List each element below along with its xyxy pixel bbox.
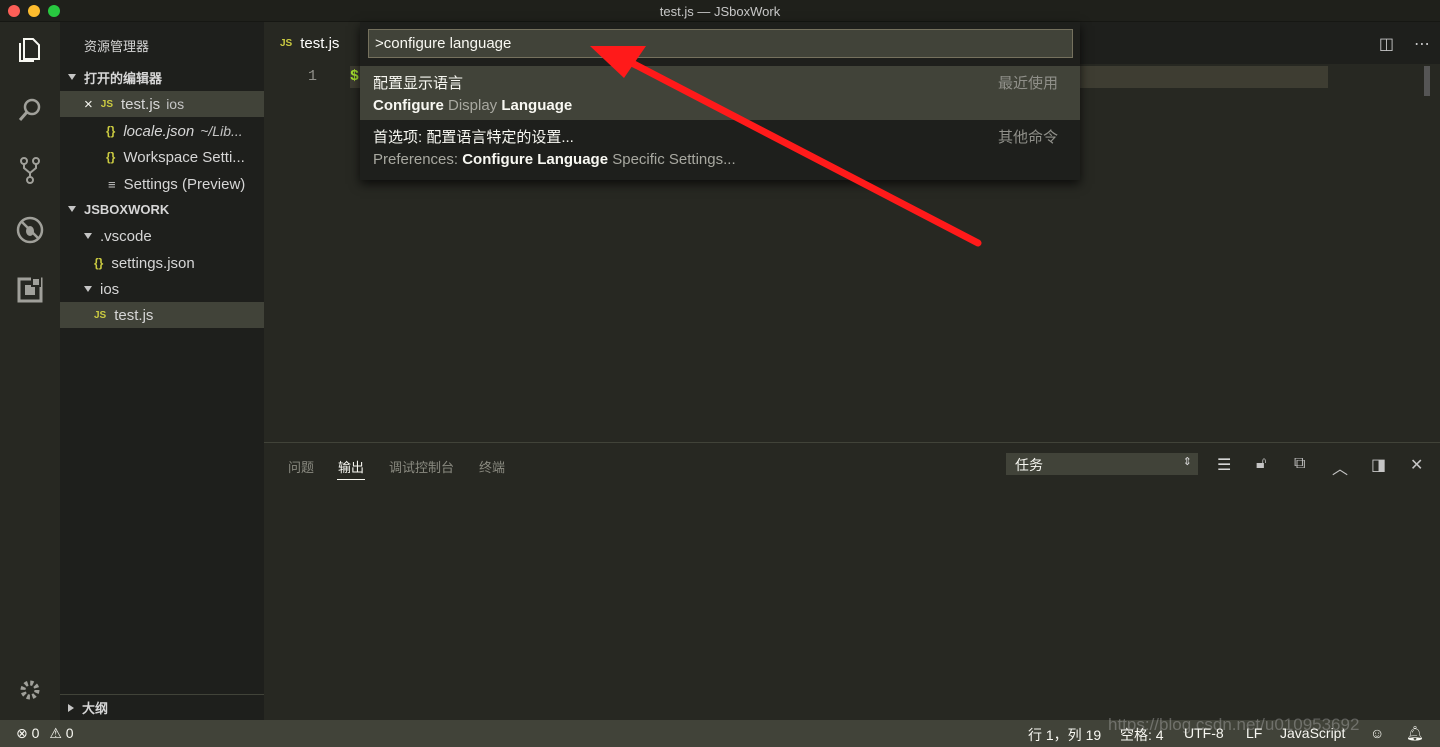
active-tab-indicator [337,479,365,480]
explorer-sidebar: 资源管理器 打开的编辑器 × JS test.js ios {} locale.… [60,22,264,720]
other-commands-label: 其他命令 [997,129,1058,146]
workspace-header[interactable]: JSBOXWORK [60,196,264,222]
close-panel-icon[interactable]: ✕ [1410,455,1423,475]
open-editor-item[interactable]: ≡ Settings (Preview) [60,171,264,197]
collapse-icon [68,206,76,212]
split-editor-icon[interactable]: ◫ [1379,34,1394,54]
settings-file-icon: ≡ [108,176,116,192]
command-item[interactable]: 配置显示语言 Configure Display Language 最近使用 [360,66,1080,120]
open-log-icon[interactable]: ⧉ [1294,455,1305,473]
editor-scrollbar[interactable] [1424,66,1430,96]
collapse-icon [68,74,76,80]
tab-output[interactable]: 输出 [338,457,364,476]
command-input[interactable] [368,29,1073,58]
cursor-position[interactable]: 行 1，列 19 [1028,725,1101,745]
status-bar: https://blog.csdn.net/u010953692 ⊗ 0 ⚠ 0… [0,715,1440,747]
command-palette: 配置显示语言 Configure Display Language 最近使用 首… [360,22,1080,180]
tab-debug-console[interactable]: 调试控制台 [389,457,454,476]
encoding-status[interactable]: UTF-8 [1184,725,1224,741]
source-control-icon[interactable] [12,152,48,188]
js-file-icon: JS [280,37,293,49]
outline-header[interactable]: 大纲 [60,694,264,720]
line-number: 1 [308,68,318,85]
clear-output-icon[interactable]: ☰ [1217,455,1231,475]
output-channel-select[interactable]: 任务 ⇕ [1006,453,1198,475]
open-editor-item[interactable]: {} Workspace Setti... [60,144,264,170]
language-mode[interactable]: JavaScript [1280,725,1345,741]
activity-bar [0,22,60,720]
toggle-panel-position-icon[interactable]: ◨ [1371,455,1386,475]
code-line[interactable]: $ [350,68,359,85]
folder-item[interactable]: ios [60,276,264,302]
collapse-icon [84,233,92,239]
json-file-icon: {} [106,124,116,138]
window-title: test.js — JSboxWork [659,4,781,19]
debug-icon[interactable] [12,212,48,248]
recently-used-label: 最近使用 [997,75,1058,92]
js-file-icon: JS [100,98,113,110]
indentation-status[interactable]: 空格: 4 [1120,725,1164,745]
title-bar: test.js — JSboxWork [0,0,1440,22]
extensions-icon[interactable] [12,272,48,308]
maximize-panel-icon[interactable]: ︿ [1332,455,1348,479]
sidebar-title: 资源管理器 [84,39,150,54]
error-icon: ⊗ [16,725,28,741]
collapse-icon [84,286,92,292]
bottom-panel: 问题 输出 调试控制台 终端 任务 ⇕ ☰ 🔓︎ ⧉ ︿ ◨ ✕ [264,442,1440,720]
js-file-icon: JS [94,309,107,321]
open-editor-item[interactable]: × JS test.js ios [60,91,264,117]
file-item[interactable]: {} settings.json [60,250,264,276]
search-icon[interactable] [12,92,48,128]
problems-status[interactable]: ⊗ 0 ⚠ 0 [16,725,74,742]
gear-icon[interactable] [12,672,48,708]
lock-scroll-icon[interactable]: 🔓︎ [1256,455,1266,473]
notifications-icon[interactable]: 🔔︎ [1406,725,1424,742]
feedback-icon[interactable]: ☺ [1370,725,1384,741]
files-icon[interactable] [12,32,48,68]
tab-test-js[interactable]: JS test.js [264,22,360,64]
editor-actions: ◫ ⋯ [1379,34,1430,54]
close-icon[interactable]: × [84,96,93,113]
folder-item[interactable]: .vscode [60,223,264,249]
file-item[interactable]: JS test.js [60,302,264,328]
more-actions-icon[interactable]: ⋯ [1414,34,1430,54]
tab-terminal[interactable]: 终端 [479,457,505,476]
eol-status[interactable]: LF [1246,725,1262,741]
json-file-icon: {} [106,150,116,164]
command-item[interactable]: 首选项: 配置语言特定的设置... Preferences: Configure… [360,120,1080,174]
select-arrows-icon: ⇕ [1182,456,1192,468]
expand-icon [68,703,74,712]
open-editors-header[interactable]: 打开的编辑器 [60,64,264,90]
warning-icon: ⚠ [49,725,62,741]
json-file-icon: {} [94,256,104,270]
tab-problems[interactable]: 问题 [288,457,314,476]
open-editor-item[interactable]: {} locale.json ~/Lib... [60,118,264,144]
